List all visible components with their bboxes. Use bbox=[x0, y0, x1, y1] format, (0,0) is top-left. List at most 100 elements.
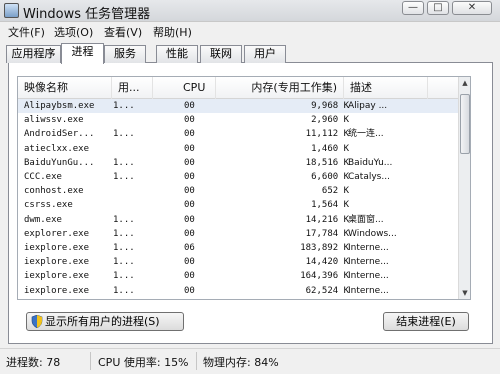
table-row[interactable]: atieclxx.exe 00 1,460 K bbox=[18, 142, 458, 156]
table-row[interactable]: CCC.exe 1... 00 6,600 K Catalys... bbox=[18, 170, 458, 184]
process-memory: 14,420 K bbox=[305, 257, 349, 268]
menu-view[interactable]: 查看(V) bbox=[104, 24, 142, 40]
process-memory: 1,564 K bbox=[311, 200, 349, 211]
process-memory: 1,460 K bbox=[311, 143, 349, 154]
process-description: 桌面窗... bbox=[348, 214, 384, 225]
table-row[interactable]: iexplore.exe 1... 00 164,396 K Interne... bbox=[18, 269, 458, 283]
maximize-button[interactable]: □ bbox=[427, 1, 449, 15]
process-memory: 62,524 K bbox=[305, 285, 349, 296]
status-cpu-usage: CPU 使用率: 15% bbox=[98, 356, 189, 369]
process-memory: 11,112 K bbox=[305, 129, 349, 140]
process-name: AndroidSer... bbox=[24, 129, 95, 140]
table-row[interactable]: AndroidSer... 1... 00 11,112 K 统一连... bbox=[18, 127, 458, 141]
process-list-header: 映像名称 用... CPU 内存(专用工作集) 描述 bbox=[18, 77, 458, 99]
scroll-down-icon[interactable]: ▼ bbox=[459, 287, 470, 299]
process-description: BaiduYu... bbox=[348, 157, 393, 168]
process-description: Interne... bbox=[348, 243, 389, 253]
table-row[interactable]: conhost.exe 00 652 K bbox=[18, 184, 458, 198]
column-image-name[interactable]: 映像名称 bbox=[18, 77, 112, 99]
process-user: 1... bbox=[113, 172, 135, 182]
show-all-users-processes-button[interactable]: 显示所有用户的进程(S) bbox=[26, 312, 184, 331]
tab-applications[interactable]: 应用程序 bbox=[6, 45, 61, 63]
table-row[interactable]: iexplore.exe 1... 00 14,420 K Interne... bbox=[18, 255, 458, 269]
process-user: 1... bbox=[113, 298, 153, 299]
close-button[interactable]: ✕ bbox=[452, 1, 492, 15]
process-user: 1... bbox=[113, 157, 135, 168]
scroll-up-icon[interactable]: ▲ bbox=[459, 77, 470, 90]
tab-networking[interactable]: 联网 bbox=[200, 45, 242, 63]
process-memory: 18,516 K bbox=[305, 157, 349, 168]
process-memory: 164,396 K bbox=[300, 271, 349, 282]
tab-services[interactable]: 服务 bbox=[104, 45, 146, 63]
process-description: Interne... bbox=[348, 298, 428, 299]
process-description: Catalys... bbox=[348, 172, 390, 182]
process-user: 1... bbox=[113, 228, 135, 239]
table-row[interactable]: dwm.exe 1... 00 14,216 K 桌面窗... bbox=[18, 213, 458, 227]
process-cpu: 00 bbox=[184, 157, 195, 168]
table-row[interactable]: Alipaybsm.exe 1... 00 9,968 K Alipay ... bbox=[18, 99, 458, 113]
process-user: 1... bbox=[113, 257, 135, 268]
column-description[interactable]: 描述 bbox=[344, 77, 428, 99]
process-name: CCC.exe bbox=[24, 172, 62, 182]
table-row[interactable]: iexplore.exe 1... 00 62,524 K Interne... bbox=[18, 284, 458, 298]
process-cpu: 00 bbox=[184, 186, 195, 197]
menu-options[interactable]: 选项(O) bbox=[54, 24, 93, 40]
process-user: 1... bbox=[113, 214, 135, 225]
process-description: Alipay ... bbox=[348, 101, 388, 111]
tab-users[interactable]: 用户 bbox=[244, 45, 286, 63]
process-user: 1... bbox=[113, 271, 135, 282]
table-row[interactable]: iexplore.exe1... 00 41,088 KInterne... bbox=[18, 298, 458, 299]
title-bar[interactable]: Windows 任务管理器 — □ ✕ bbox=[0, 0, 500, 22]
process-cpu: 00 bbox=[184, 228, 195, 239]
column-user[interactable]: 用... bbox=[112, 77, 153, 99]
process-name: iexplore.exe bbox=[24, 285, 90, 296]
process-name: Alipaybsm.exe bbox=[24, 101, 95, 111]
status-process-count: 进程数: 78 bbox=[6, 356, 61, 369]
end-process-button[interactable]: 结束进程(E) bbox=[383, 312, 469, 331]
process-description: Interne... bbox=[348, 285, 389, 296]
process-cpu: 00 bbox=[184, 271, 195, 282]
process-cpu: 00 bbox=[184, 257, 195, 268]
table-row[interactable]: explorer.exe 1... 00 17,784 K Windows... bbox=[18, 227, 458, 241]
process-cpu: 00 bbox=[184, 129, 195, 140]
process-cpu: 00 bbox=[184, 285, 195, 296]
process-name: atieclxx.exe bbox=[24, 143, 90, 154]
menu-file[interactable]: 文件(F) bbox=[8, 24, 45, 40]
process-name: conhost.exe bbox=[24, 186, 84, 197]
process-memory: 183,892 K bbox=[300, 243, 349, 253]
process-description: Interne... bbox=[348, 257, 389, 268]
process-cpu: 00 bbox=[184, 172, 195, 182]
table-row[interactable]: aliwssv.exe 00 2,960 K bbox=[18, 113, 458, 127]
task-manager-icon bbox=[4, 3, 19, 18]
menu-help[interactable]: 帮助(H) bbox=[153, 24, 192, 40]
uac-shield-icon bbox=[31, 315, 43, 328]
status-physical-memory: 物理内存: 84% bbox=[203, 356, 279, 369]
vertical-scrollbar[interactable]: ▲ ▼ bbox=[458, 77, 470, 299]
process-name: aliwssv.exe bbox=[24, 115, 84, 126]
column-cpu[interactable]: CPU bbox=[153, 77, 216, 99]
process-cpu: 00 bbox=[184, 298, 202, 299]
process-name: iexplore.exe bbox=[24, 243, 90, 253]
process-name: iexplore.exe bbox=[24, 271, 90, 282]
tab-processes[interactable]: 进程 bbox=[61, 43, 104, 64]
table-row[interactable]: csrss.exe 00 1,564 K bbox=[18, 198, 458, 212]
minimize-button[interactable]: — bbox=[402, 1, 424, 15]
tab-performance[interactable]: 性能 bbox=[156, 45, 198, 63]
process-memory: 14,216 K bbox=[305, 214, 349, 225]
table-row[interactable]: BaiduYunGu... 1... 00 18,516 K BaiduYu... bbox=[18, 156, 458, 170]
process-description: 统一连... bbox=[348, 129, 384, 140]
task-manager-window: Windows 任务管理器 — □ ✕ 文件(F) 选项(O) 查看(V) 帮助… bbox=[0, 0, 500, 374]
column-memory[interactable]: 内存(专用工作集) bbox=[216, 77, 344, 99]
table-row[interactable]: iexplore.exe 1... 06 183,892 K Interne... bbox=[18, 241, 458, 255]
process-description: Windows... bbox=[348, 228, 397, 239]
process-memory: 17,784 K bbox=[305, 228, 349, 239]
process-cpu: 00 bbox=[184, 143, 195, 154]
status-separator bbox=[90, 352, 91, 370]
process-memory: 2,960 K bbox=[311, 115, 349, 126]
process-memory: 6,600 K bbox=[311, 172, 349, 182]
status-separator bbox=[196, 352, 197, 370]
process-list[interactable]: 映像名称 用... CPU 内存(专用工作集) 描述 Alipaybsm.exe… bbox=[17, 76, 471, 300]
process-name: iexplore.exe bbox=[24, 257, 90, 268]
scroll-thumb[interactable] bbox=[460, 94, 470, 154]
process-user: 1... bbox=[113, 285, 135, 296]
